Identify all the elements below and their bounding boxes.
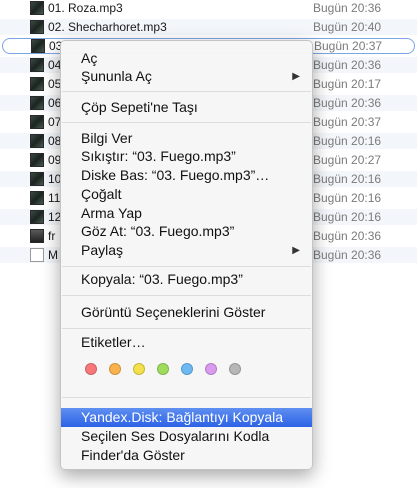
album-art-icon <box>30 210 44 224</box>
file-name: fr <box>48 229 56 243</box>
file-date: Bugün 20:36 <box>313 58 382 72</box>
menu-separator <box>62 328 311 329</box>
menu-item-tags[interactable]: Etiketler… <box>61 333 312 352</box>
context-menu: Aç Şununla Aç ▶ Çöp Sepeti'ne Taşı Bilgi… <box>60 40 313 470</box>
file-date: Bugün 20:27 <box>313 153 382 167</box>
menu-item-label: Şununla Aç <box>81 68 152 84</box>
file-date: Bugün 20:36 <box>313 96 382 110</box>
menu-item-duplicate[interactable]: Çoğalt <box>61 185 312 204</box>
menu-item-quick-look[interactable]: Göz At: “03. Fuego.mp3” <box>61 222 312 241</box>
file-name: M <box>48 248 58 262</box>
menu-item-show-view-options[interactable]: Görüntü Seçeneklerini Göster <box>61 303 312 322</box>
menu-separator <box>62 397 311 398</box>
menu-item-open[interactable]: Aç <box>61 49 312 68</box>
file-date: Bugün 20:17 <box>313 77 382 91</box>
menu-separator <box>62 122 311 123</box>
submenu-arrow-icon: ▶ <box>292 245 300 256</box>
menu-item-encode-audio[interactable]: Seçilen Ses Dosyalarını Kodla <box>61 427 312 446</box>
album-art-icon <box>30 172 44 186</box>
menu-item-copy[interactable]: Kopyala: “03. Fuego.mp3” <box>61 270 312 289</box>
file-name: 11 <box>48 191 61 205</box>
album-art-icon <box>30 96 44 110</box>
tag-color-dot[interactable] <box>181 363 193 375</box>
menu-item-open-with[interactable]: Şununla Aç ▶ <box>61 67 312 86</box>
file-row[interactable]: 01. Roza.mp3 Bugün 20:36 <box>0 0 417 16</box>
menu-separator <box>62 266 311 267</box>
file-date: Bugün 20:40 <box>313 20 382 34</box>
album-art-icon <box>30 77 44 91</box>
file-date: Bugün 20:36 <box>313 248 382 262</box>
album-art-icon <box>30 134 44 148</box>
album-art-icon <box>31 39 45 53</box>
tag-color-dot[interactable] <box>157 363 169 375</box>
tag-color-dot[interactable] <box>205 363 217 375</box>
file-date: Bugün 20:36 <box>313 229 382 243</box>
document-icon <box>30 248 44 262</box>
menu-item-make-alias[interactable]: Arma Yap <box>61 204 312 223</box>
file-date: Bugün 20:16 <box>313 134 382 148</box>
tag-color-dot[interactable] <box>229 363 241 375</box>
album-art-icon <box>30 20 44 34</box>
menu-item-label: Paylaş <box>81 242 124 258</box>
menu-separator <box>62 91 311 92</box>
menu-item-burn[interactable]: Diske Bas: “03. Fuego.mp3”… <box>61 166 312 185</box>
file-row[interactable]: 02. Shecharhoret.mp3 Bugün 20:40 <box>0 19 417 35</box>
tag-color-dot[interactable] <box>109 363 121 375</box>
file-date: Bugün 20:37 <box>314 39 383 53</box>
menu-item-move-to-trash[interactable]: Çöp Sepeti'ne Taşı <box>61 98 312 117</box>
tag-color-dot[interactable] <box>85 363 97 375</box>
file-date: Bugün 20:37 <box>313 115 382 129</box>
file-date: Bugün 20:16 <box>313 191 382 205</box>
file-date: Bugün 20:16 <box>313 210 382 224</box>
menu-item-share[interactable]: Paylaş ▶ <box>61 241 312 260</box>
file-date: Bugün 20:36 <box>313 1 382 15</box>
menu-item-compress[interactable]: Sıkıştır: “03. Fuego.mp3” <box>61 147 312 166</box>
file-name: 02. Shecharhoret.mp3 <box>48 20 167 34</box>
submenu-arrow-icon: ▶ <box>292 71 300 82</box>
album-art-icon <box>30 115 44 129</box>
album-art-icon <box>30 1 44 15</box>
tag-color-dot[interactable] <box>133 363 145 375</box>
menu-item-get-info[interactable]: Bilgi Ver <box>61 129 312 148</box>
menu-item-yandex-copy-link[interactable]: Yandex.Disk: Bağlantıyı Kopyala <box>61 408 312 427</box>
album-art-icon <box>30 191 44 205</box>
menu-item-reveal-in-finder[interactable]: Finder'da Göster <box>61 446 312 465</box>
movie-file-icon <box>30 229 44 243</box>
file-name: 01. Roza.mp3 <box>48 1 123 15</box>
menu-separator <box>62 295 311 296</box>
album-art-icon <box>30 58 44 72</box>
album-art-icon <box>30 153 44 167</box>
file-date: Bugün 20:16 <box>313 172 382 186</box>
